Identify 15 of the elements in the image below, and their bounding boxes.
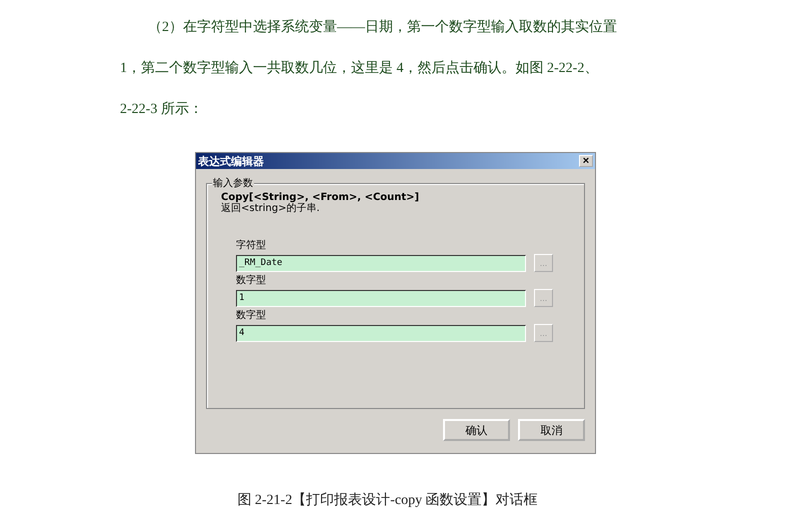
body-paragraph: （2）在字符型中选择系统变量——日期，第一个数字型输入取数的其实位置 1，第二个数字型输入一共取数几位，这里是 4，然后点击确认。如图 2-22-2、 2-22-3 所示： (120, 18, 618, 119)
function-description: 返回<string>的子串. (221, 203, 321, 214)
dialog-button[interactable]: 确认 (443, 419, 510, 441)
figure-caption: 图 2-21-2【打印报表设计-copy 函数设置】对话框 (236, 491, 539, 509)
window-title: 表达式编辑器 (198, 154, 264, 168)
field-label: 数字型 (236, 309, 267, 323)
group-label: 输入参数 (212, 176, 254, 190)
input-field[interactable]: 1 (236, 290, 526, 306)
field-label: 数字型 (236, 274, 267, 288)
input-field[interactable]: 4 (236, 324, 526, 342)
input-field[interactable]: _RM_Date (236, 254, 526, 272)
dialog-button[interactable]: 取消 (518, 419, 585, 441)
close-button[interactable]: × (579, 155, 593, 167)
field-label: 字符型 (236, 239, 267, 253)
function-signature: Copy[<String>, <From>, <Count>] (221, 192, 420, 203)
